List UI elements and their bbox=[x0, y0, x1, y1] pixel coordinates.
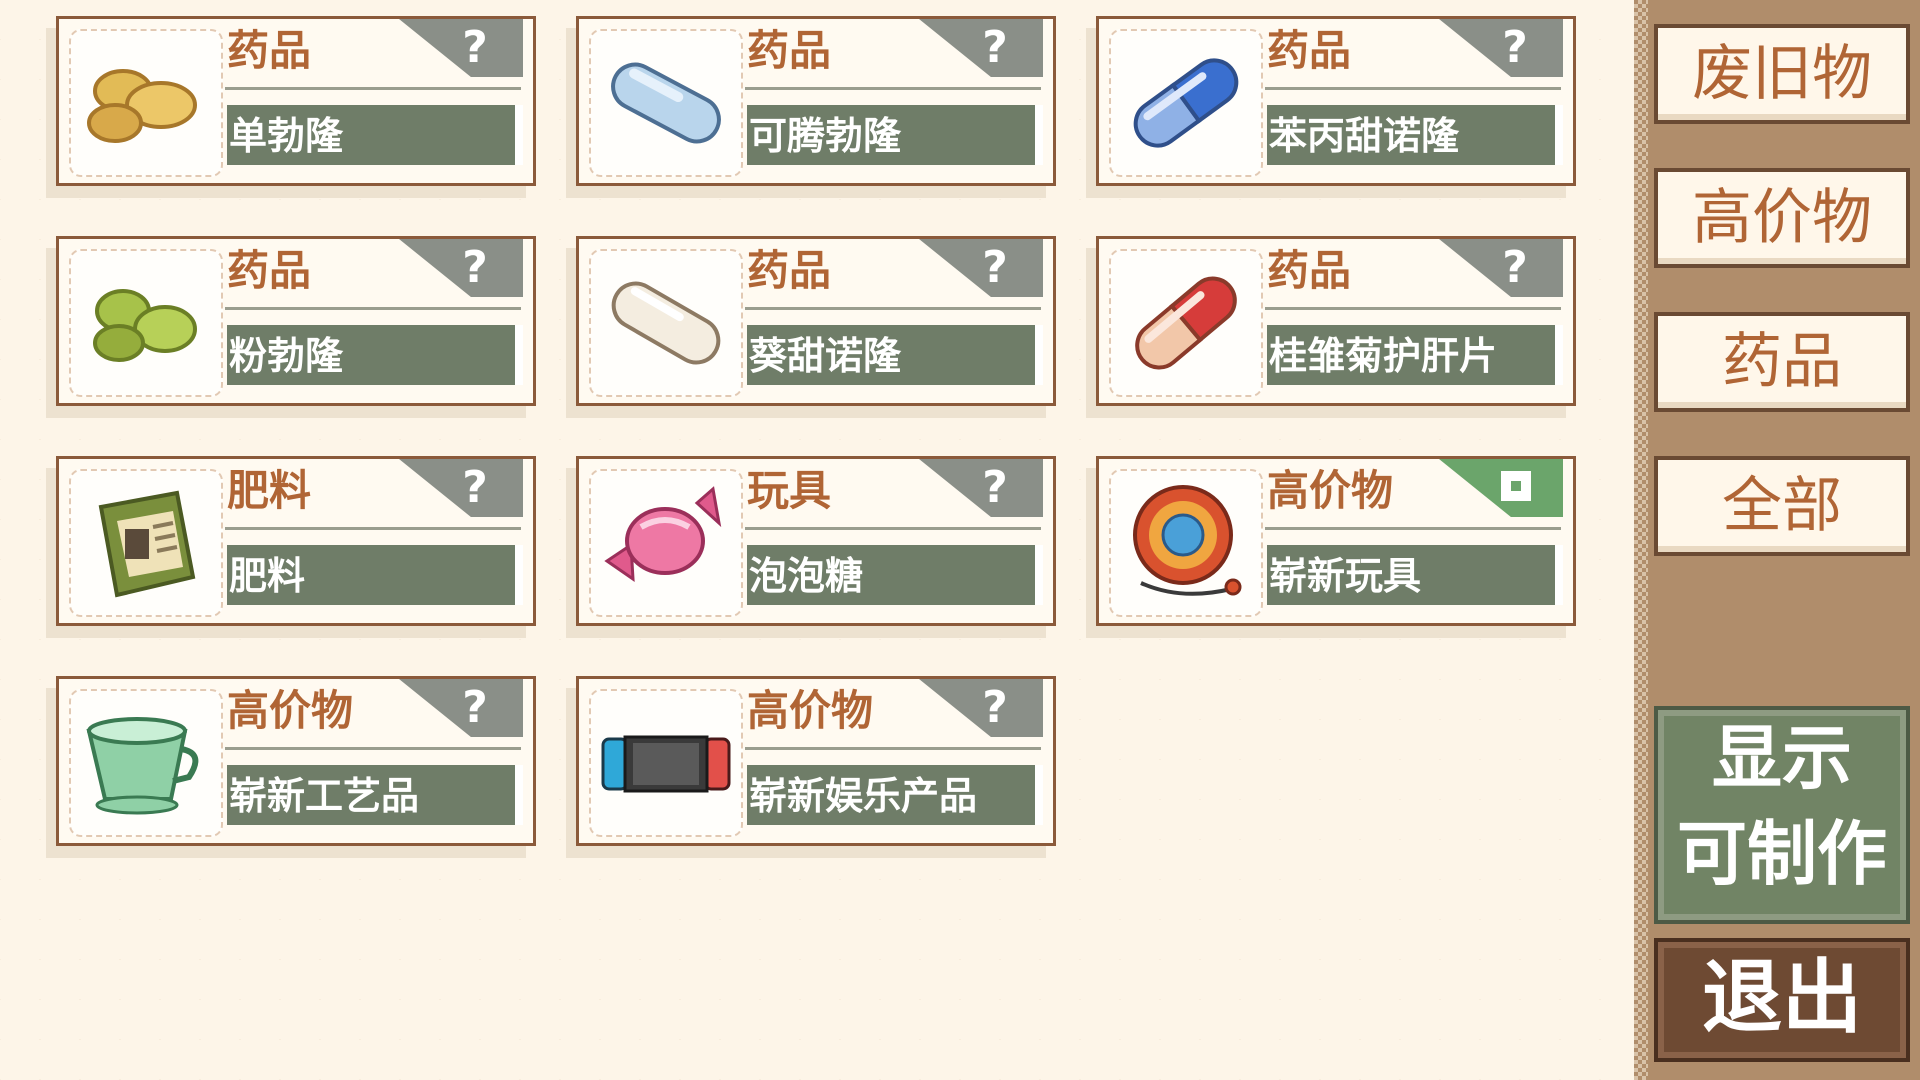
item-category: 药品 bbox=[227, 26, 312, 75]
filter-scrap-button[interactable]: 废旧物 bbox=[1654, 24, 1910, 124]
item-name: 粉勃隆 bbox=[229, 334, 344, 378]
card-body: 药品 ? 葵甜诺隆 bbox=[576, 236, 1056, 406]
item-thumbnail bbox=[1109, 469, 1263, 617]
divider bbox=[225, 307, 521, 310]
item-category: 药品 bbox=[1267, 26, 1352, 75]
item-name: 泡泡糖 bbox=[749, 554, 864, 598]
filter-sidebar: 废旧物 高价物 药品 全部 显示 可制作 退出 bbox=[1634, 0, 1920, 1080]
card-body: 高价物 ? 崭新工艺品 bbox=[56, 676, 536, 846]
item-name: 可腾勃隆 bbox=[749, 114, 902, 158]
item-card[interactable]: 药品 ? 单勃隆 bbox=[46, 16, 536, 198]
question-icon: ? bbox=[982, 22, 1008, 73]
item-thumbnail bbox=[69, 29, 223, 177]
item-name: 崭新玩具 bbox=[1269, 554, 1422, 598]
item-card[interactable]: 高价物 ? 崭新工艺品 bbox=[46, 676, 536, 858]
item-name: 崭新娱乐产品 bbox=[749, 774, 978, 818]
item-category: 高价物 bbox=[747, 686, 874, 735]
item-thumbnail bbox=[69, 689, 223, 837]
craft-label-line1: 显示 bbox=[1712, 717, 1852, 799]
item-card[interactable]: 肥料 ? 肥料 bbox=[46, 456, 536, 638]
divider bbox=[745, 307, 1041, 310]
item-category: 高价物 bbox=[227, 686, 354, 735]
item-thumbnail bbox=[589, 249, 743, 397]
item-category: 药品 bbox=[1267, 246, 1352, 295]
candy-icon bbox=[604, 486, 722, 582]
card-body: 药品 ? 粉勃隆 bbox=[56, 236, 536, 406]
card-body: 高价物 崭新玩具 bbox=[1096, 456, 1576, 626]
teacup-icon bbox=[86, 717, 199, 815]
item-category: 药品 bbox=[227, 246, 312, 295]
item-thumbnail bbox=[589, 29, 743, 177]
card-body: 药品 ? 桂雏菊护肝片 bbox=[1096, 236, 1576, 406]
question-icon: ? bbox=[982, 682, 1008, 733]
item-thumbnail bbox=[1109, 29, 1263, 177]
craft-label-line2: 可制作 bbox=[1677, 813, 1887, 895]
question-icon: ? bbox=[1502, 242, 1528, 293]
exit-button[interactable]: 退出 bbox=[1654, 938, 1910, 1062]
question-icon: ? bbox=[462, 242, 488, 293]
divider bbox=[1265, 87, 1561, 90]
question-icon: ? bbox=[462, 682, 488, 733]
item-category: 药品 bbox=[747, 246, 832, 295]
divider bbox=[1265, 307, 1561, 310]
unlocked-icon bbox=[1501, 471, 1531, 501]
yellow-pills-icon bbox=[87, 69, 197, 143]
white-capsule-icon bbox=[611, 281, 721, 365]
item-card[interactable]: 药品 ? 粉勃隆 bbox=[46, 236, 536, 418]
item-name: 肥料 bbox=[229, 554, 306, 598]
question-icon: ? bbox=[982, 462, 1008, 513]
item-category: 高价物 bbox=[1267, 466, 1394, 515]
card-body: 高价物 ? 崭新娱乐产品 bbox=[576, 676, 1056, 846]
question-icon: ? bbox=[982, 242, 1008, 293]
item-card[interactable]: 药品 ? 葵甜诺隆 bbox=[566, 236, 1056, 418]
blue-capsule-icon bbox=[1133, 58, 1239, 148]
item-card[interactable]: 高价物 崭新玩具 bbox=[1086, 456, 1576, 638]
recipe-grid: 药品 ? 单勃隆 药品 ? 可腾勃隆 药品 ? 苯丙甜诺隆 药品 ? 粉勃隆 药… bbox=[0, 0, 1630, 1080]
item-card[interactable]: 玩具 ? 泡泡糖 bbox=[566, 456, 1056, 638]
item-name: 崭新工艺品 bbox=[229, 774, 420, 818]
item-card[interactable]: 药品 ? 可腾勃隆 bbox=[566, 16, 1056, 198]
divider bbox=[745, 527, 1041, 530]
item-thumbnail bbox=[589, 689, 743, 837]
item-name: 苯丙甜诺隆 bbox=[1269, 114, 1460, 158]
item-card[interactable]: 高价物 ? 崭新娱乐产品 bbox=[566, 676, 1056, 858]
card-body: 玩具 ? 泡泡糖 bbox=[576, 456, 1056, 626]
yoyo-icon bbox=[1133, 485, 1242, 596]
divider bbox=[745, 87, 1041, 90]
divider bbox=[745, 747, 1041, 750]
question-icon: ? bbox=[462, 22, 488, 73]
divider bbox=[1265, 527, 1561, 530]
question-icon: ? bbox=[462, 462, 488, 513]
item-thumbnail bbox=[69, 469, 223, 617]
game-console-icon bbox=[601, 735, 731, 793]
show-craftable-button[interactable]: 显示 可制作 bbox=[1654, 706, 1910, 924]
item-category: 玩具 bbox=[747, 466, 832, 515]
sidebar-edge bbox=[1634, 0, 1648, 1080]
item-thumbnail bbox=[589, 469, 743, 617]
item-name: 单勃隆 bbox=[229, 114, 344, 158]
divider bbox=[225, 747, 521, 750]
light-blue-capsule-icon bbox=[611, 62, 721, 144]
item-category: 肥料 bbox=[227, 466, 312, 515]
item-name: 桂雏菊护肝片 bbox=[1269, 334, 1498, 378]
red-capsule-icon bbox=[1135, 276, 1237, 370]
card-body: 药品 ? 可腾勃隆 bbox=[576, 16, 1056, 186]
filter-all-button[interactable]: 全部 bbox=[1654, 456, 1910, 556]
card-body: 肥料 ? 肥料 bbox=[56, 456, 536, 626]
item-name: 葵甜诺隆 bbox=[749, 334, 902, 378]
card-body: 药品 ? 苯丙甜诺隆 bbox=[1096, 16, 1576, 186]
item-card[interactable]: 药品 ? 苯丙甜诺隆 bbox=[1086, 16, 1576, 198]
filter-valuables-button[interactable]: 高价物 bbox=[1654, 168, 1910, 268]
question-icon: ? bbox=[1502, 22, 1528, 73]
item-category: 药品 bbox=[747, 26, 832, 75]
fertilizer-bag-icon bbox=[98, 490, 196, 598]
green-pills-icon bbox=[93, 289, 197, 362]
item-card[interactable]: 药品 ? 桂雏菊护肝片 bbox=[1086, 236, 1576, 418]
card-body: 药品 ? 单勃隆 bbox=[56, 16, 536, 186]
divider bbox=[225, 87, 521, 90]
divider bbox=[225, 527, 521, 530]
item-thumbnail bbox=[1109, 249, 1263, 397]
filter-medicine-button[interactable]: 药品 bbox=[1654, 312, 1910, 412]
item-thumbnail bbox=[69, 249, 223, 397]
